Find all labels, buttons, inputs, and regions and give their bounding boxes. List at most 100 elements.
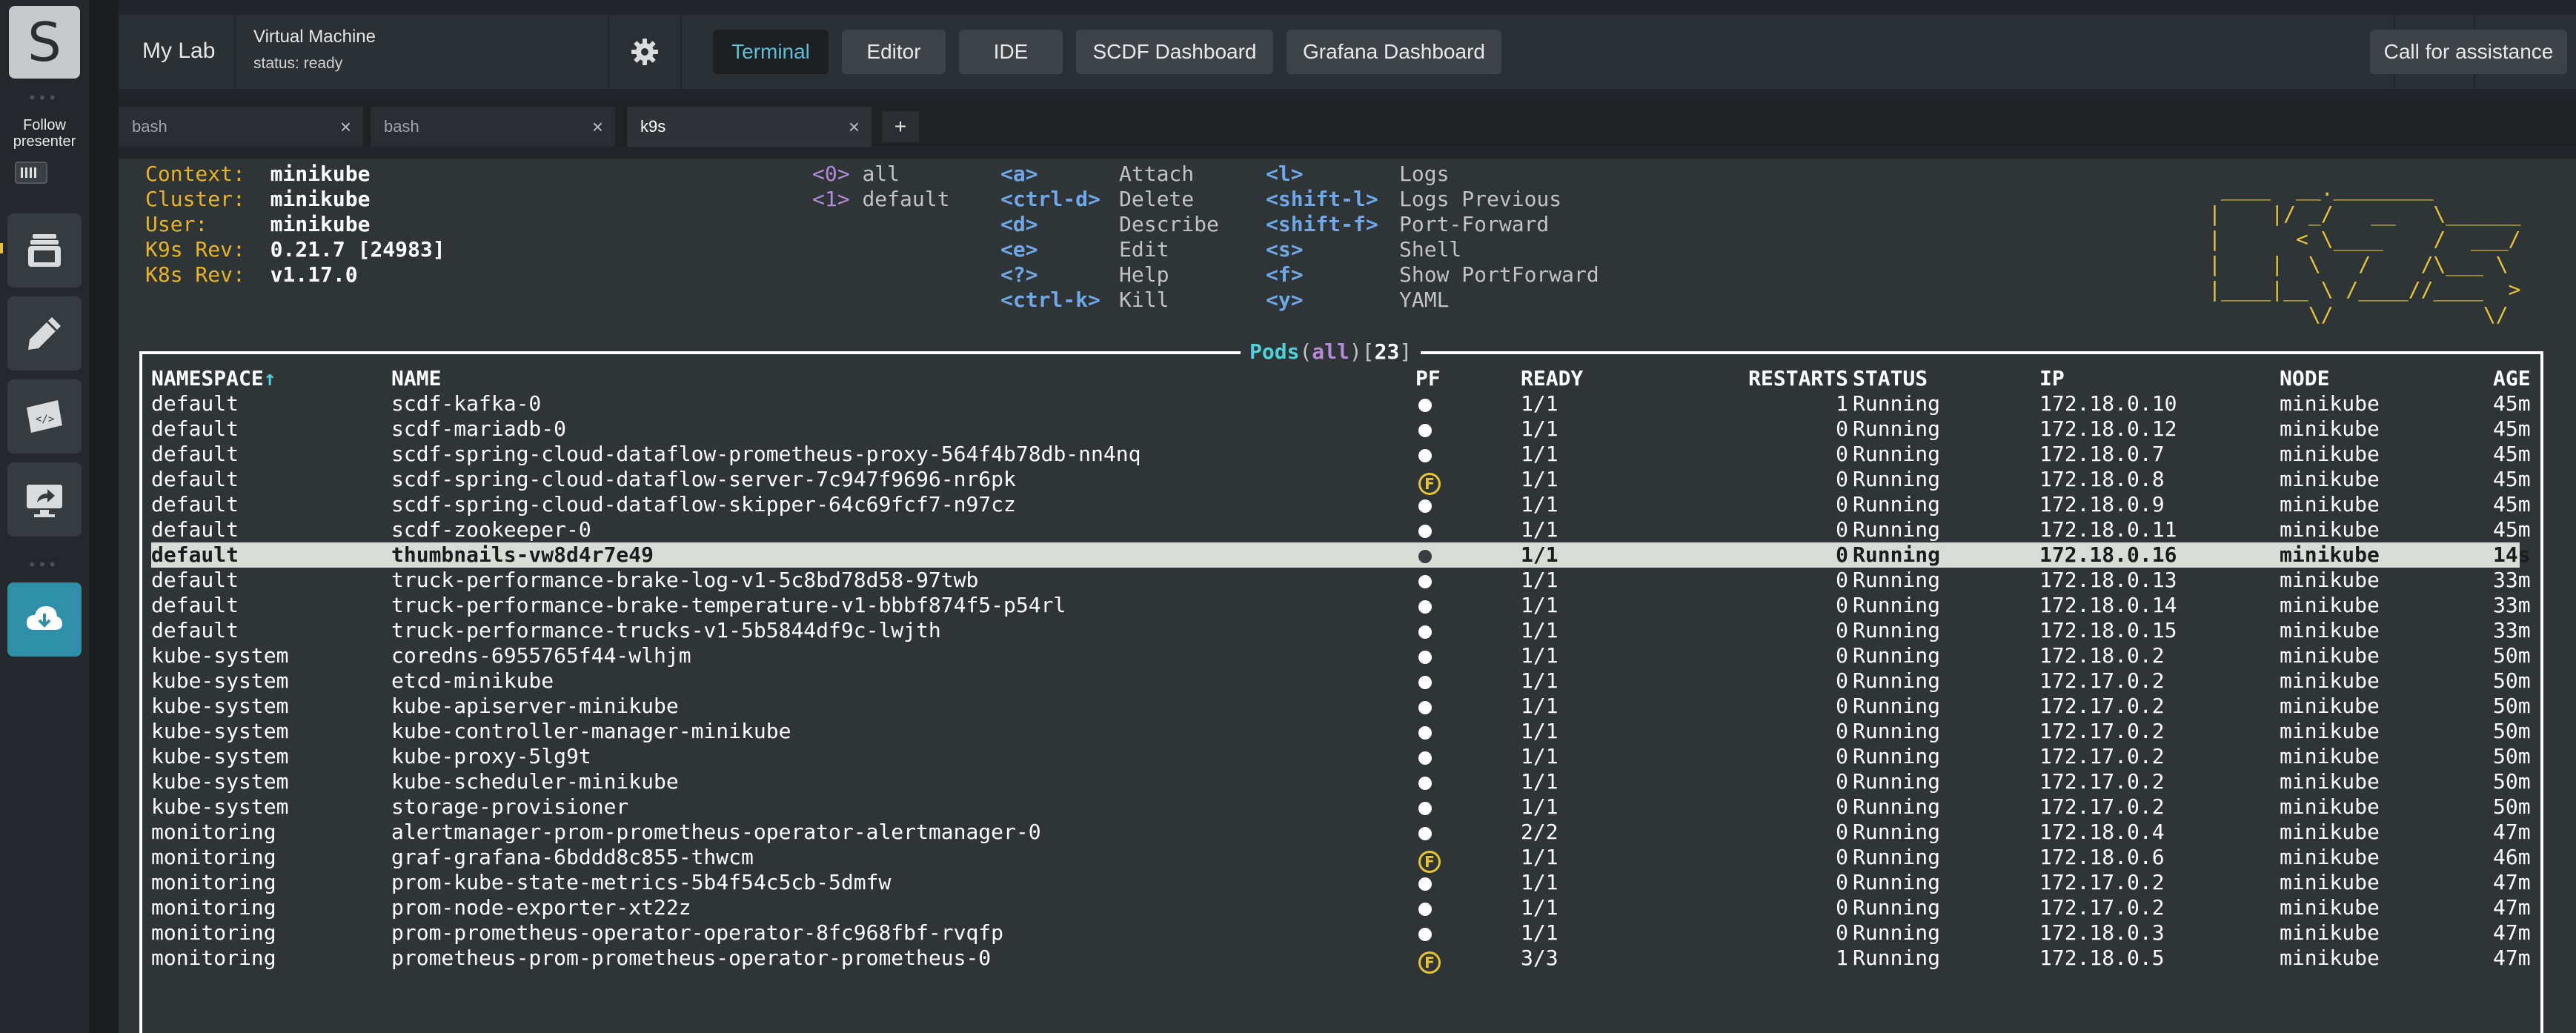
table-row[interactable]: default scdf-kafka-0 1/1 1 Running 172.18.0.1… [151,391,2531,416]
tab-editor[interactable]: Editor [842,30,946,74]
port-forward-none-icon [1418,676,1432,689]
cell-restarts: 0 [1836,517,1848,542]
table-row[interactable]: default truck-performance-trucks-v1-5b584… [151,618,2531,643]
cell-restarts: 0 [1836,719,1848,743]
follow-presenter-label: Follow presenter [13,117,76,150]
cell-ns: monitoring [151,845,276,869]
cell-ready: 1/1 [1521,744,1558,768]
cell-ready: 1/1 [1521,845,1558,869]
table-row[interactable]: default truck-performance-brake-temperatu… [151,593,2531,618]
column-header-pf[interactable]: PF [1415,366,1441,391]
tab-scdf-dashboard[interactable]: SCDF Dashboard [1076,30,1273,74]
cell-pf [1418,920,1432,946]
column-header-status[interactable]: STATUS [1853,366,1928,391]
shortcut-yaml[interactable]: <y> YAML [1266,288,1449,313]
code-snippet-button[interactable]: </> [7,379,82,454]
table-row[interactable]: monitoring prom-prometheus-operator-opera… [151,920,2531,946]
column-header-namespace[interactable]: NAMESPACE↑ [151,366,276,391]
cell-restarts: 0 [1836,820,1848,844]
terminal-tab-k9s[interactable]: k9s × [627,107,872,147]
screen-share-button[interactable] [7,462,82,537]
presenter-avatar[interactable]: S [9,6,80,79]
cell-ip: 172.17.0.2 [2039,794,2165,819]
table-row[interactable]: default scdf-spring-cloud-dataflow-server… [151,467,2531,495]
table-row[interactable]: monitoring prometheus-prom-prometheus-ope… [151,946,2531,974]
inventory-button[interactable] [7,213,82,288]
cell-status: Running [1853,946,1941,970]
left-sidebar: S ••• Follow presenter </> ••• [0,0,89,1033]
tab-grafana-dashboard[interactable]: Grafana Dashboard [1287,30,1501,74]
port-forward-none-icon [1418,575,1432,588]
table-row[interactable]: kube-system kube-controller-manager-minik… [151,719,2531,744]
table-row[interactable]: kube-system kube-scheduler-minikube 1/1 0 Ru… [151,769,2531,794]
column-header-age[interactable]: AGE [2493,366,2531,391]
cell-pf [1418,416,1432,442]
cell-age: 33m [2493,618,2531,642]
shortcut-show-portforward[interactable]: <f> Show PortForward [1266,262,1599,288]
table-row[interactable]: monitoring alertmanager-prom-prometheus-o… [151,820,2531,845]
cell-ip: 172.17.0.2 [2039,895,2165,920]
call-for-assistance-button[interactable]: Call for assistance [2370,30,2567,74]
shortcut-logs-previous[interactable]: <shift-l> Logs Previous [1266,187,1561,212]
table-row[interactable]: default scdf-spring-cloud-dataflow-promet… [151,442,2531,467]
column-header-ip[interactable]: IP [2039,366,2065,391]
terminal-tab-bash-1[interactable]: bash × [119,107,363,147]
table-row[interactable]: kube-system coredns-6955765f44-wlhjm 1/1 0 R… [151,643,2531,668]
shortcut-port-forward[interactable]: <shift-f> Port-Forward [1266,212,1549,237]
svg-text:</>: </> [36,413,54,425]
notes-button[interactable] [7,296,82,371]
namespace-shortcut-all[interactable]: <0> all [812,162,900,187]
shortcut-shell[interactable]: <s> Shell [1266,237,1461,262]
cell-node: minikube [2280,568,2380,592]
cell-name: kube-controller-manager-minikube [391,719,791,743]
cell-ns: monitoring [151,820,276,844]
shortcut-delete[interactable]: <ctrl-d> Delete [1000,187,1194,212]
table-row[interactable]: default scdf-zookeeper-0 1/1 0 Running 172.18… [151,517,2531,542]
port-forward-none-icon [1418,827,1432,840]
close-icon[interactable]: × [592,107,603,147]
table-row[interactable]: monitoring prom-kube-state-metrics-5b4f54… [151,870,2531,895]
table-row[interactable]: kube-system storage-provisioner 1/1 0 Runnin… [151,794,2531,820]
table-row[interactable]: default scdf-spring-cloud-dataflow-skippe… [151,492,2531,517]
shortcut-help[interactable]: <?> Help [1000,262,1169,288]
column-header-node[interactable]: NODE [2280,366,2329,391]
column-header-name[interactable]: NAME [391,366,441,391]
tab-ide[interactable]: IDE [959,30,1063,74]
cloud-download-button[interactable] [7,582,82,657]
cell-restarts: 1 [1836,946,1848,970]
terminal-pane[interactable]: Context: minikube Cluster: minikube User… [119,159,2576,1033]
port-forward-active-icon: F [1418,951,1441,974]
table-row[interactable]: monitoring prom-node-exporter-xt22z 1/1 0 Ru… [151,895,2531,920]
info-k9s-rev: K9s Rev: 0.21.7 [24983] [145,237,445,262]
shortcut-edit[interactable]: <e> Edit [1000,237,1169,262]
table-row[interactable]: kube-system etcd-minikube 1/1 0 Running 172.1… [151,668,2531,694]
cell-ns: default [151,416,239,441]
port-forward-none-icon [1418,499,1432,513]
add-tab-button[interactable]: + [882,111,919,142]
namespace-shortcut-default[interactable]: <1> default [812,187,949,212]
cell-ip: 172.18.0.7 [2039,442,2165,466]
shortcut-logs[interactable]: <l> Logs [1266,162,1449,187]
column-header-restarts[interactable]: RESTARTS [1737,366,1848,391]
follow-presenter-toggle[interactable] [15,162,47,184]
terminal-tab-bash-2[interactable]: bash × [371,107,615,147]
cell-ready: 1/1 [1521,668,1558,693]
column-header-ready[interactable]: READY [1521,366,1583,391]
cell-ns: default [151,467,239,491]
cell-age: 47m [2493,895,2531,920]
shortcut-describe[interactable]: <d> Describe [1000,212,1219,237]
table-row[interactable]: default truck-performance-brake-log-v1-5c… [151,568,2531,593]
tab-terminal[interactable]: Terminal [713,30,829,74]
cell-name: scdf-spring-cloud-dataflow-skipper-64c69… [391,492,1016,516]
table-row[interactable]: monitoring graf-grafana-6bddd8c855-thwcm F… [151,845,2531,873]
shortcut-kill[interactable]: <ctrl-k> Kill [1000,288,1169,313]
shortcut-attach[interactable]: <a> Attach [1000,162,1194,187]
close-icon[interactable]: × [849,107,860,147]
close-icon[interactable]: × [340,107,351,147]
table-row[interactable]: default scdf-mariadb-0 1/1 0 Running 172.18.0… [151,416,2531,442]
table-row[interactable]: kube-system kube-apiserver-minikube 1/1 0 Ru… [151,694,2531,719]
lab-segment[interactable]: My Lab [119,15,236,89]
table-row[interactable]: kube-system kube-proxy-5lg9t 1/1 0 Running 17… [151,744,2531,769]
cell-restarts: 0 [1836,492,1848,516]
table-row[interactable]: default thumbnails-vw8d4r7e49 1/1 0 Running 1… [151,542,2531,568]
